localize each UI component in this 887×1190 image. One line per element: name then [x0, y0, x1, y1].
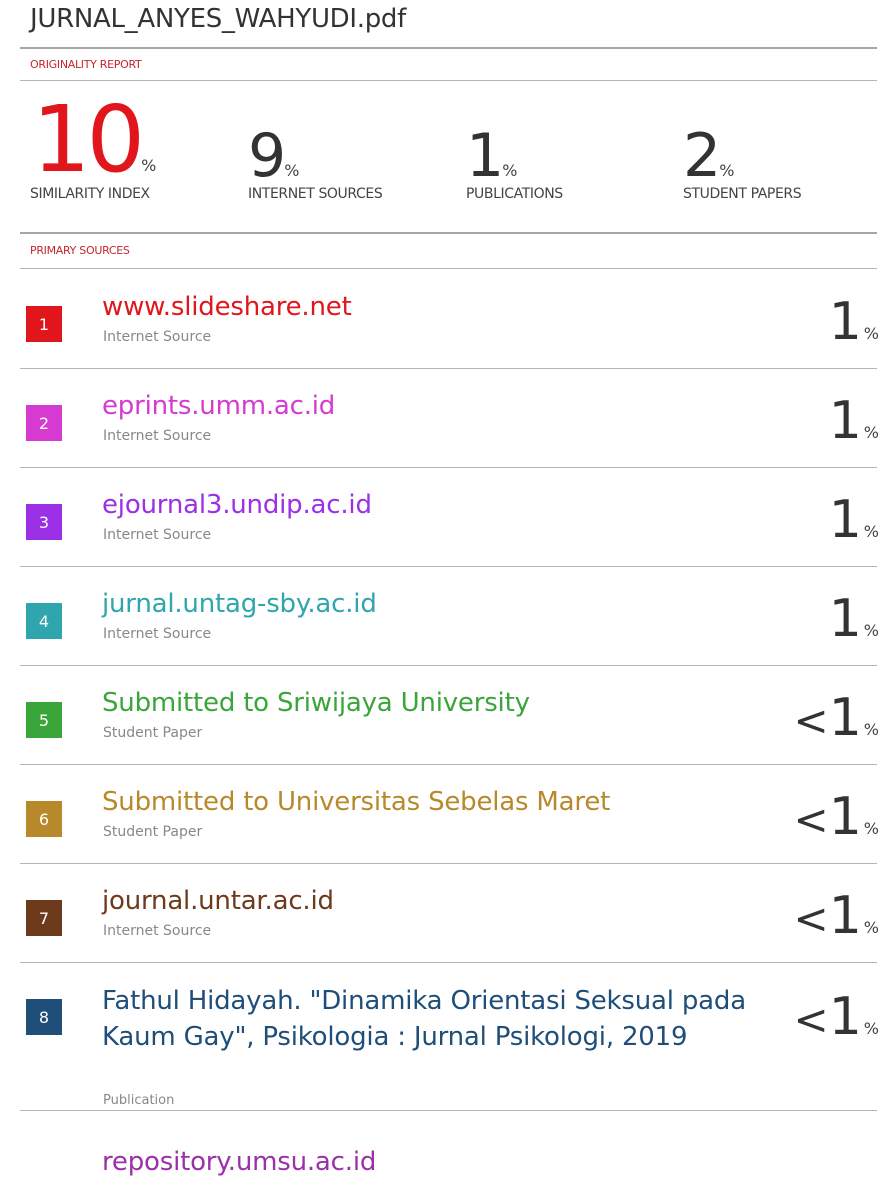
publications-label: PUBLICATIONS [466, 186, 563, 202]
source-type: Internet Source [103, 428, 212, 444]
student-papers-value: 2 [683, 121, 721, 191]
primary-sources-label: PRIMARY SOURCES [30, 244, 130, 257]
source-type: Student Paper [103, 824, 203, 840]
internet-sources-label: INTERNET SOURCES [248, 186, 383, 202]
source-name[interactable]: repository.umsu.ac.id [102, 1147, 376, 1177]
internet-sources-unit: % [284, 161, 300, 180]
similarity-index-unit: % [141, 156, 157, 175]
source-rank-badge: 7 [26, 900, 62, 936]
source-type: Publication [103, 1093, 175, 1108]
source-name[interactable]: Fathul Hidayah. "Dinamika Orientasi Seks… [102, 983, 762, 1055]
stats-divider [20, 232, 877, 234]
source-match-percent: 1% [828, 391, 879, 451]
source-match-percent: <1% [793, 688, 880, 748]
source-row[interactable]: 3 ejournal3.undip.ac.id Internet Source … [0, 468, 887, 566]
similarity-index-label: SIMILARITY INDEX [30, 186, 150, 202]
similarity-index-stat: 10% [32, 94, 157, 186]
source-rank-badge: 4 [26, 603, 62, 639]
source-match-percent: <1% [793, 987, 880, 1047]
source-row[interactable]: 1 www.slideshare.net Internet Source 1% [0, 270, 887, 368]
source-match-percent: 1% [828, 490, 879, 550]
publications-stat: 1% [466, 126, 517, 186]
student-papers-label: STUDENT PAPERS [683, 186, 802, 202]
student-papers-unit: % [719, 161, 735, 180]
source-name[interactable]: jurnal.untag-sby.ac.id [102, 589, 377, 619]
similarity-index-value: 10 [32, 86, 145, 193]
internet-sources-value: 9 [248, 121, 286, 191]
source-row[interactable]: repository.umsu.ac.id [0, 1111, 887, 1190]
source-match-percent: <1% [793, 787, 880, 847]
primary-sources-divider [20, 268, 877, 269]
report-divider [20, 80, 877, 81]
source-name[interactable]: Submitted to Universitas Sebelas Maret [102, 787, 610, 817]
source-row[interactable]: 2 eprints.umm.ac.id Internet Source 1% [0, 369, 887, 467]
source-name[interactable]: Submitted to Sriwijaya University [102, 688, 530, 718]
source-rank-badge: 1 [26, 306, 62, 342]
source-row[interactable]: 8 Fathul Hidayah. "Dinamika Orientasi Se… [0, 963, 887, 1108]
publications-unit: % [502, 161, 518, 180]
source-rank-badge: 6 [26, 801, 62, 837]
source-type: Internet Source [103, 329, 212, 345]
originality-report-label: ORIGINALITY REPORT [30, 58, 142, 71]
source-rank-badge: 3 [26, 504, 62, 540]
source-type: Student Paper [103, 725, 203, 741]
source-name[interactable]: eprints.umm.ac.id [102, 391, 335, 421]
source-row[interactable]: 6 Submitted to Universitas Sebelas Maret… [0, 765, 887, 863]
source-name[interactable]: ejournal3.undip.ac.id [102, 490, 372, 520]
publications-value: 1 [466, 121, 504, 191]
source-row[interactable]: 4 jurnal.untag-sby.ac.id Internet Source… [0, 567, 887, 665]
title-divider [20, 47, 877, 49]
source-rank-badge: 5 [26, 702, 62, 738]
source-type: Internet Source [103, 626, 212, 642]
source-row[interactable]: 7 journal.untar.ac.id Internet Source <1… [0, 864, 887, 962]
source-match-percent: 1% [828, 589, 879, 649]
document-title: JURNAL_ANYES_WAHYUDI.pdf [30, 4, 406, 34]
source-name[interactable]: journal.untar.ac.id [102, 886, 334, 916]
student-papers-stat: 2% [683, 126, 734, 186]
source-row[interactable]: 5 Submitted to Sriwijaya University Stud… [0, 666, 887, 764]
source-type: Internet Source [103, 527, 212, 543]
source-match-percent: <1% [793, 886, 880, 946]
internet-sources-stat: 9% [248, 126, 299, 186]
source-name[interactable]: www.slideshare.net [102, 292, 352, 322]
source-type: Internet Source [103, 923, 212, 939]
source-rank-badge: 8 [26, 999, 62, 1035]
source-match-percent: 1% [828, 292, 879, 352]
source-rank-badge: 2 [26, 405, 62, 441]
